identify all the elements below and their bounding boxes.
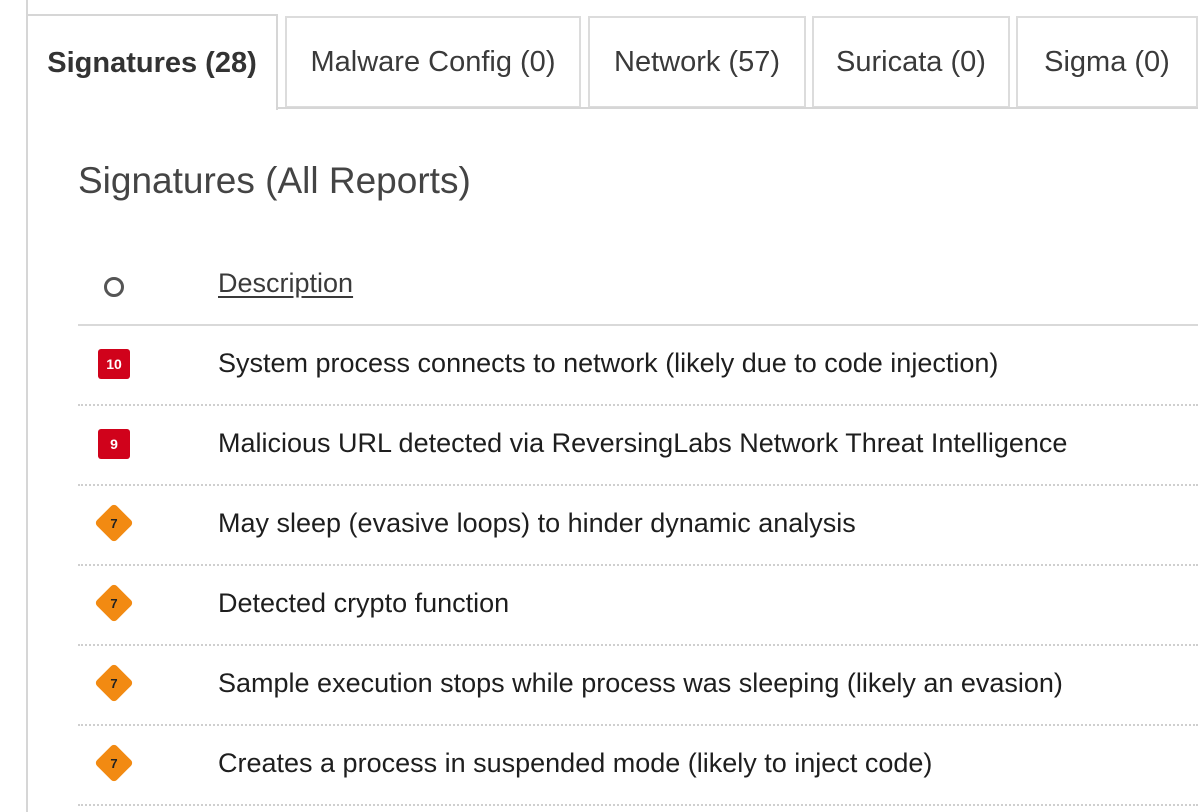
severity-badge: 7 bbox=[94, 583, 134, 623]
table-row[interactable]: 7 Detected crypto function bbox=[78, 566, 1198, 646]
tab-sigma-label: Sigma (0) bbox=[1044, 45, 1170, 78]
signature-description: System process connects to network (like… bbox=[218, 348, 999, 378]
circle-icon[interactable] bbox=[104, 277, 124, 297]
table-row[interactable]: 7 Sample execution stops while process w… bbox=[78, 646, 1198, 726]
tab-network-label: Network (57) bbox=[614, 45, 780, 78]
tab-malware-config[interactable]: Malware Config (0) bbox=[285, 16, 581, 108]
severity-score: 9 bbox=[110, 436, 118, 452]
severity-score: 7 bbox=[110, 675, 118, 691]
severity-score: 7 bbox=[110, 515, 118, 531]
tab-malware-config-label: Malware Config (0) bbox=[310, 45, 556, 78]
panel-left-border bbox=[26, 0, 28, 812]
severity-score: 7 bbox=[110, 595, 118, 611]
tab-network[interactable]: Network (57) bbox=[588, 16, 806, 108]
signature-description: Sample execution stops while process was… bbox=[218, 668, 1063, 698]
signatures-table-body: 10 System process connects to network (l… bbox=[78, 326, 1198, 806]
table-row[interactable]: 9 Malicious URL detected via ReversingLa… bbox=[78, 406, 1198, 486]
severity-badge: 7 bbox=[94, 503, 134, 543]
severity-badge: 7 bbox=[94, 663, 134, 703]
severity-score: 7 bbox=[110, 755, 118, 771]
table-header: Description bbox=[78, 248, 1198, 326]
signature-description: Creates a process in suspended mode (lik… bbox=[218, 748, 933, 778]
tab-signatures[interactable]: Signatures (28) bbox=[26, 14, 278, 110]
table-row[interactable]: 7 Creates a process in suspended mode (l… bbox=[78, 726, 1198, 806]
severity-badge: 7 bbox=[94, 743, 134, 783]
signature-description: May sleep (evasive loops) to hinder dyna… bbox=[218, 508, 856, 538]
severity-score: 10 bbox=[106, 356, 122, 372]
tab-suricata[interactable]: Suricata (0) bbox=[812, 16, 1010, 108]
severity-badge: 9 bbox=[98, 429, 130, 459]
tab-sigma[interactable]: Sigma (0) bbox=[1016, 16, 1198, 108]
section-title: Signatures (All Reports) bbox=[78, 160, 471, 201]
tab-suricata-label: Suricata (0) bbox=[836, 45, 986, 78]
tab-signatures-label: Signatures (28) bbox=[47, 46, 257, 79]
table-row[interactable]: 7 May sleep (evasive loops) to hinder dy… bbox=[78, 486, 1198, 566]
signature-description: Malicious URL detected via ReversingLabs… bbox=[218, 428, 1068, 458]
signature-description: Detected crypto function bbox=[218, 588, 510, 618]
tab-bar-divider bbox=[278, 107, 1198, 109]
table-row[interactable]: 10 System process connects to network (l… bbox=[78, 326, 1198, 406]
description-column-header[interactable]: Description bbox=[218, 268, 353, 299]
tab-bar: Signatures (28) Malware Config (0) Netwo… bbox=[26, 14, 1198, 110]
severity-badge: 10 bbox=[98, 349, 130, 379]
